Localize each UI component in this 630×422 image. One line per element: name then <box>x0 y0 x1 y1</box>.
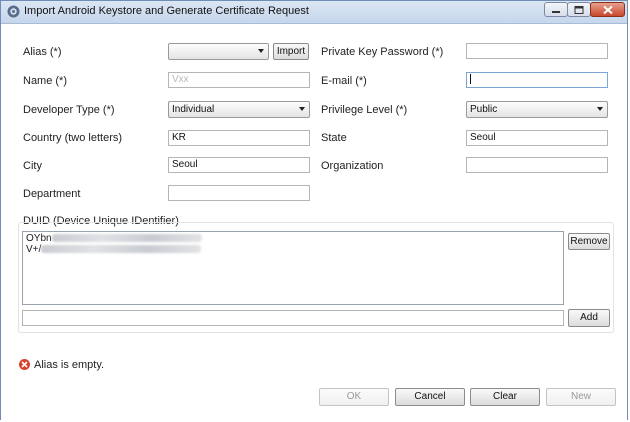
close-button[interactable] <box>590 2 625 17</box>
cancel-button[interactable]: Cancel <box>395 388 465 406</box>
duid-entry-text: V+/ <box>26 244 42 255</box>
duid-list[interactable]: OYbn V+/ <box>22 231 564 305</box>
department-field[interactable] <box>168 185 310 201</box>
dialog-content: Alias (*) Import Private Key Password (*… <box>1 24 627 421</box>
chevron-down-icon <box>258 49 264 53</box>
privilege-level-value: Public <box>470 104 498 115</box>
redacted-blur <box>41 245 202 254</box>
duid-new-input[interactable] <box>22 310 564 326</box>
private-key-password-field[interactable] <box>466 43 608 59</box>
name-label: Name (*) <box>23 75 68 87</box>
state-label: State <box>321 132 347 144</box>
remove-button[interactable]: Remove <box>568 233 610 250</box>
developer-type-value: Individual <box>172 104 215 115</box>
country-field[interactable]: KR <box>168 130 310 146</box>
duid-entry[interactable]: OYbn <box>26 233 560 244</box>
chevron-down-icon <box>299 107 305 111</box>
name-field[interactable]: Vxx <box>168 72 310 88</box>
import-button[interactable]: Import <box>273 43 309 60</box>
private-key-password-label: Private Key Password (*) <box>321 46 444 58</box>
developer-type-label: Developer Type (*) <box>23 104 115 116</box>
country-label: Country (two letters) <box>23 132 123 144</box>
ok-button[interactable]: OK <box>319 388 389 406</box>
organization-label: Organization <box>321 160 384 172</box>
duid-entry-text: OYbn <box>26 233 52 244</box>
close-icon <box>602 5 613 14</box>
status-message: Alias is empty. <box>34 359 105 371</box>
chevron-down-icon <box>597 107 603 111</box>
maximize-button[interactable] <box>567 2 591 17</box>
organization-field[interactable] <box>466 157 608 173</box>
redacted-blur <box>51 234 202 243</box>
state-field[interactable]: Seoul <box>466 130 608 146</box>
developer-type-select[interactable]: Individual <box>168 101 310 118</box>
app-gear-icon <box>7 5 20 18</box>
privilege-level-select[interactable]: Public <box>466 101 608 118</box>
email-field[interactable] <box>466 72 608 88</box>
dialog-window: Import Android Keystore and Generate Cer… <box>0 0 628 421</box>
window-title: Import Android Keystore and Generate Cer… <box>24 5 309 17</box>
duid-entry[interactable]: V+/ <box>26 244 560 255</box>
text-cursor <box>470 74 471 85</box>
privilege-level-label: Privilege Level (*) <box>321 104 408 116</box>
city-field[interactable]: Seoul <box>168 157 310 173</box>
add-button[interactable]: Add <box>568 309 610 327</box>
city-label: City <box>23 160 42 172</box>
email-label: E-mail (*) <box>321 75 367 87</box>
minimize-button[interactable] <box>544 2 568 17</box>
minimize-icon <box>552 10 560 13</box>
title-bar[interactable]: Import Android Keystore and Generate Cer… <box>1 1 627 24</box>
alias-label: Alias (*) <box>23 46 62 58</box>
maximize-icon <box>574 5 584 14</box>
new-button[interactable]: New <box>546 388 616 406</box>
clear-button[interactable]: Clear <box>470 388 540 406</box>
department-label: Department <box>23 188 81 200</box>
error-icon <box>19 359 30 370</box>
alias-combo[interactable] <box>168 43 269 60</box>
